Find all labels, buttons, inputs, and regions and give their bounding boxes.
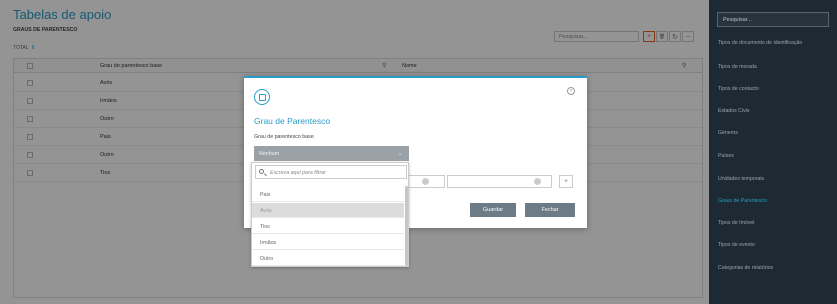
grau-base-dropdown: Escreva aqui para filtrar Pais Avós Tios… (251, 162, 409, 267)
sidebar-item-tipos-morada[interactable]: Tipos de morada (718, 64, 757, 70)
grau-base-label: Grau de parentesco base (254, 134, 314, 140)
search-icon (259, 169, 264, 174)
sidebar-item-tipos-imovel[interactable]: Tipos de Imóvel (718, 220, 754, 226)
sidebar-item-generos[interactable]: Géneros (718, 130, 738, 136)
cancel-button[interactable]: Fechar (525, 203, 575, 217)
dropdown-option[interactable]: Outro (252, 251, 404, 266)
close-icon[interactable]: × (567, 87, 575, 95)
sidebar-item-tipos-contacto[interactable]: Tipos de contacto (718, 86, 759, 92)
sidebar-item-graus-parentesco[interactable]: Graus de Parentesco (718, 198, 767, 204)
modal-title: Grau de Parentesco (254, 116, 331, 126)
sidebar-item-estados-civis[interactable]: Estados Civis (718, 108, 749, 114)
grau-base-select[interactable]: Nenhum (254, 146, 409, 161)
sidebar-item-tipos-documento[interactable]: Tipos de documento de identificação (718, 40, 802, 46)
plus-icon: + (563, 178, 569, 185)
dropdown-option[interactable]: Tios (252, 219, 404, 234)
add-translation-button[interactable]: + (559, 175, 573, 188)
save-button[interactable]: Guardar (470, 203, 516, 217)
dropdown-scrollbar[interactable] (405, 186, 408, 266)
sidebar-item-categorias-relatorios[interactable]: Categorias de relatórios (718, 265, 773, 271)
info-icon (422, 178, 429, 185)
dropdown-option[interactable]: Pais (252, 187, 404, 202)
dropdown-option[interactable]: Avós (252, 203, 404, 218)
sidebar-search-input[interactable]: Pesquisar... (717, 12, 829, 27)
info-icon (534, 178, 541, 185)
sidebar-item-paises[interactable]: Países (718, 153, 734, 159)
sidebar-item-tipos-evento[interactable]: Tipos de evento (718, 242, 755, 248)
app-logo-icon (254, 89, 270, 105)
chevron-down-icon: ⌄ (398, 151, 403, 157)
sidebar-item-unidades-temporais[interactable]: Unidades temporais (718, 176, 764, 182)
sidebar: Pesquisar... Tipos de documento de ident… (709, 0, 837, 304)
dropdown-option[interactable]: Irmãos (252, 235, 404, 250)
dropdown-filter-input[interactable]: Escreva aqui para filtrar (255, 165, 407, 179)
